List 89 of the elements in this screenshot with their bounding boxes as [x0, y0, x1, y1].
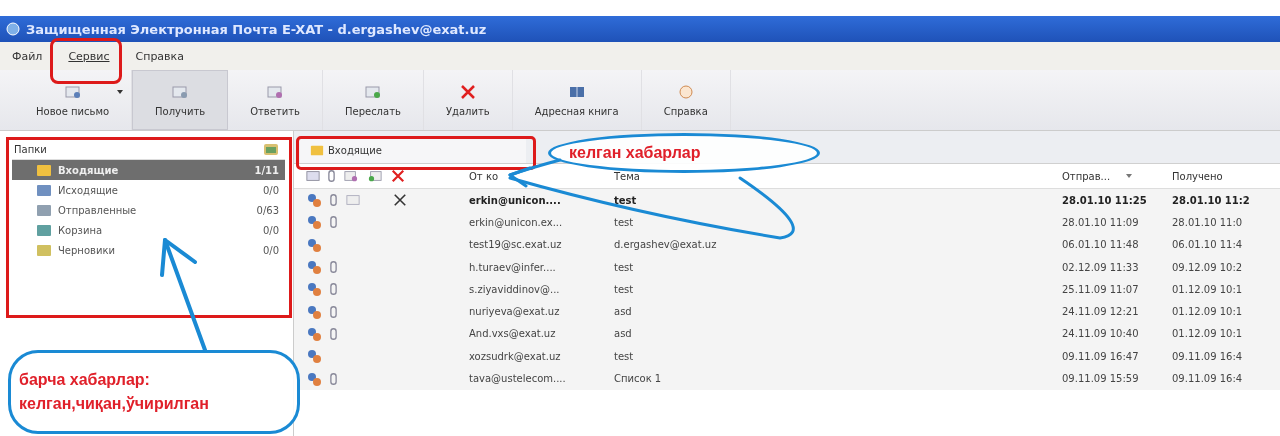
folder-icon	[36, 162, 52, 178]
paperclip-icon	[328, 169, 335, 183]
window-title: Защищенная Электронная Почта E-XAT - d.ergashev@exat.uz	[26, 21, 487, 37]
folder-item[interactable]: Корзина 0/0	[12, 220, 285, 240]
table-cell-text: asd	[614, 306, 633, 318]
table-cell-text: asd	[614, 328, 633, 340]
callout-text: келган хабарлар	[569, 143, 701, 163]
table-cell-text: 01.12.09 10:1	[1172, 306, 1244, 318]
contact-icon	[306, 348, 322, 365]
callout-text: барча хабарлар: келган,чиқан,ўчирилган	[19, 370, 210, 414]
table-cell-text: 24.11.09 12:21	[1062, 306, 1140, 318]
envelope-icon	[64, 83, 81, 100]
tab-label: Входящие	[328, 144, 382, 156]
highlight-frame	[50, 38, 122, 84]
toolbar-button[interactable]: Ответить	[228, 70, 323, 130]
table-cell-text: And.vxs@exat.uz	[469, 328, 557, 340]
envelope-icon	[364, 83, 381, 100]
column-header[interactable]: Отправ...	[1062, 170, 1172, 182]
envelope-icon	[306, 169, 320, 183]
contact-icon	[306, 214, 322, 231]
table-cell-text: erkin@unicon....	[469, 194, 562, 206]
table-cell-text: xozsudrk@exat.uz	[469, 350, 562, 362]
forward-icon	[367, 169, 383, 183]
menu-item[interactable]: Файл	[10, 47, 45, 65]
close-icon	[391, 169, 405, 183]
table-cell-text: 09.11.09 16:4	[1172, 350, 1244, 362]
table-cell-text: 06.01.10 11:48	[1062, 239, 1140, 251]
table-cell-text: test	[614, 283, 635, 295]
table-cell-text: d.ergashev@exat.uz	[614, 239, 718, 251]
folder-icon	[36, 242, 52, 258]
table-cell-text: 28.01.10 11:0	[1172, 216, 1244, 228]
contact-icon	[306, 236, 322, 253]
table-cell-text: nuriyeva@exat.uz	[469, 306, 561, 318]
table-cell-text: 28.01.10 11:25	[1062, 194, 1148, 206]
table-cell-text: 25.11.09 11:07	[1062, 283, 1140, 295]
column-header[interactable]: Получено	[1172, 170, 1272, 182]
table-cell-text: tava@ustelecom....	[469, 373, 567, 384]
table-cell-text: 09.12.09 10:2	[1172, 261, 1244, 273]
folder-icon	[310, 143, 324, 157]
table-cell-text: 28.01.10 11:09	[1062, 216, 1140, 228]
table-cell-text: 01.12.09 10:1	[1172, 328, 1244, 340]
folder-icon	[263, 141, 279, 157]
envelope-icon	[172, 83, 189, 100]
folder-tab[interactable]: Входящие	[300, 137, 526, 163]
folder-item[interactable]: Черновики 0/0	[12, 240, 285, 260]
toolbar-button[interactable]: Переслать	[322, 70, 424, 130]
panel-title: Папки	[14, 143, 47, 155]
folder-item[interactable]: Исходящие 0/0	[12, 180, 285, 200]
toolbar-button[interactable]: Удалить	[423, 70, 513, 130]
table-cell-text: test19@sc.exat.uz	[469, 239, 563, 251]
folder-icon	[36, 202, 52, 218]
toolbar-button[interactable]: Адресная книга	[512, 70, 642, 130]
contact-icon	[306, 325, 322, 342]
reply-icon	[343, 169, 359, 183]
table-cell-text: 01.12.09 10:1	[1172, 283, 1244, 295]
table-cell-text: 09.11.09 16:4	[1172, 373, 1244, 384]
table-cell-text: h.turaev@infer....	[469, 261, 557, 273]
table-cell-text: erkin@unicon.ex...	[469, 216, 564, 228]
folder-item[interactable]: Входящие 1/11	[12, 160, 285, 180]
close-icon	[459, 83, 476, 100]
contact-icon	[306, 259, 322, 276]
table-cell-text: 09.11.09 16:47	[1062, 350, 1140, 362]
caret-icon	[117, 90, 124, 94]
table-cell-text: Список 1	[614, 373, 663, 384]
column-header[interactable]: От ко	[469, 170, 614, 182]
toolbar-button[interactable]: Справка	[641, 70, 731, 130]
contact-icon	[306, 370, 322, 387]
contact-icon	[306, 303, 322, 320]
toolbar-button[interactable]: Получить	[132, 70, 229, 130]
table-cell-text: 24.11.09 10:40	[1062, 328, 1140, 340]
table-cell-text: test	[614, 350, 635, 362]
folder-icon	[36, 222, 52, 238]
folder-icon	[36, 182, 52, 198]
table-cell-text: 09.11.09 15:59	[1062, 373, 1140, 384]
contact-icon	[306, 281, 322, 298]
table-cell-text: 28.01.10 11:2	[1172, 194, 1251, 206]
menu-item[interactable]: Справка	[133, 47, 186, 65]
table-cell-text: test	[614, 194, 638, 206]
table-cell-text: 06.01.10 11:4	[1172, 239, 1244, 251]
envelope-icon	[267, 83, 284, 100]
table-cell-text: test	[614, 261, 635, 273]
contact-icon	[306, 192, 322, 209]
column-header[interactable]: Тема	[614, 170, 1062, 182]
folder-item[interactable]: Отправленные 0/63	[12, 200, 285, 220]
table-cell-text: s.ziyaviddinov@...	[469, 283, 561, 295]
sort-icon	[1126, 174, 1133, 178]
table-cell-text: test	[614, 216, 635, 228]
menu-item[interactable]: Сервис	[66, 47, 112, 65]
table-cell-text: 02.12.09 11:33	[1062, 261, 1140, 273]
